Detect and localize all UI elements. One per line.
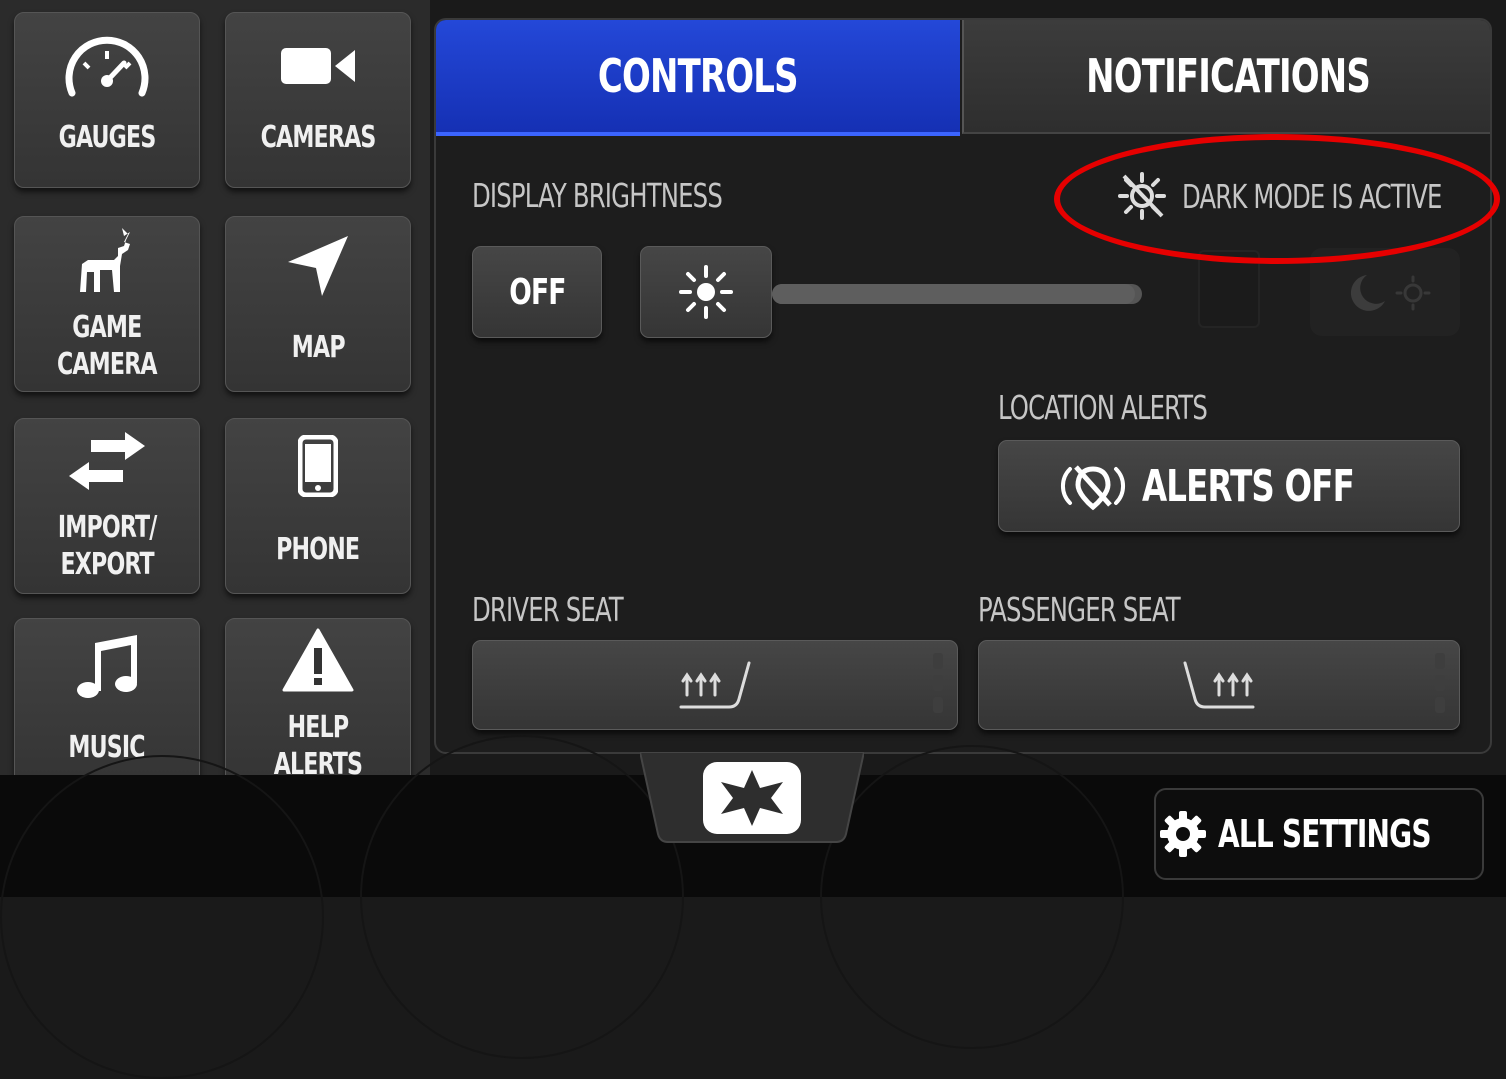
sun-off-icon bbox=[1118, 172, 1166, 220]
seat-heat-icon bbox=[1183, 661, 1255, 709]
tile-label: MAP bbox=[291, 330, 346, 365]
display-brightness-label: DISPLAY BRIGHTNESS bbox=[472, 176, 723, 215]
navigation-arrow-icon bbox=[288, 236, 348, 296]
location-alerts-label: LOCATION ALERTS bbox=[998, 388, 1208, 427]
swap-arrows-icon bbox=[69, 432, 145, 490]
cameras-tile[interactable]: CAMERAS bbox=[225, 12, 411, 188]
phone-tile[interactable]: PHONE bbox=[225, 418, 411, 594]
tab-notifications[interactable]: NOTIFICATIONS bbox=[962, 20, 1490, 134]
import-export-tile[interactable]: IMPORT/ EXPORT bbox=[14, 418, 200, 594]
driver-seat-label: DRIVER SEAT bbox=[472, 590, 624, 629]
all-settings-label: ALL SETTINGS bbox=[1218, 812, 1432, 856]
background-gauge-ring bbox=[360, 735, 684, 1059]
home-button[interactable] bbox=[640, 752, 864, 844]
video-camera-icon bbox=[281, 48, 355, 84]
game-camera-tile[interactable]: GAME CAMERA bbox=[14, 216, 200, 392]
warning-icon bbox=[282, 628, 354, 692]
speedometer-icon bbox=[65, 36, 149, 97]
all-settings-button[interactable]: ALL SETTINGS bbox=[1154, 788, 1484, 880]
heat-level-indicator bbox=[933, 653, 943, 713]
music-note-icon bbox=[77, 635, 137, 698]
driver-seat-heat-button[interactable] bbox=[472, 640, 958, 730]
moon-sun-icon bbox=[1350, 275, 1431, 311]
help-alerts-tile[interactable]: HELP ALERTS bbox=[225, 618, 411, 788]
gear-icon bbox=[1160, 811, 1207, 857]
brightness-slider-track[interactable] bbox=[772, 284, 1142, 304]
tile-label: IMPORT/ EXPORT bbox=[57, 510, 157, 582]
dark-mode-status: DARK MODE IS ACTIVE bbox=[1116, 170, 1490, 222]
tile-label: GAME CAMERA bbox=[57, 310, 158, 382]
deer-icon bbox=[80, 228, 130, 292]
sun-icon bbox=[679, 265, 733, 319]
brightness-off-button[interactable]: OFF bbox=[472, 246, 602, 338]
seat-heat-icon bbox=[679, 661, 751, 709]
tile-label: GAUGES bbox=[58, 120, 157, 155]
brightness-slider-fill bbox=[772, 284, 1135, 304]
brightness-slider-handle[interactable] bbox=[640, 246, 772, 338]
tile-label: HELP ALERTS bbox=[273, 710, 363, 782]
dark-mode-status-text: DARK MODE IS ACTIVE bbox=[1182, 176, 1442, 216]
passenger-seat-label: PASSENGER SEAT bbox=[978, 590, 1181, 629]
tile-label: PHONE bbox=[276, 532, 360, 567]
background-gauge-ring bbox=[820, 745, 1124, 1049]
smartphone-icon bbox=[298, 435, 338, 497]
heat-level-indicator bbox=[1435, 653, 1445, 713]
dark-mode-button[interactable] bbox=[1310, 248, 1460, 336]
alerts-off-icon bbox=[1060, 465, 1125, 511]
passenger-seat-heat-button[interactable] bbox=[978, 640, 1460, 730]
tile-label: CAMERAS bbox=[260, 120, 377, 155]
slider-end-marker bbox=[1198, 250, 1260, 328]
background-gauge-ring bbox=[0, 755, 324, 1079]
alerts-off-button[interactable]: ALERTS OFF bbox=[998, 440, 1460, 532]
polaris-star-icon bbox=[703, 762, 801, 834]
tab-controls[interactable]: CONTROLS bbox=[436, 20, 960, 136]
map-tile[interactable]: MAP bbox=[225, 216, 411, 392]
gauges-tile[interactable]: GAUGES bbox=[14, 12, 200, 188]
controls-panel: CONTROLS NOTIFICATIONS DISPLAY BRIGHTNES… bbox=[434, 18, 1492, 754]
